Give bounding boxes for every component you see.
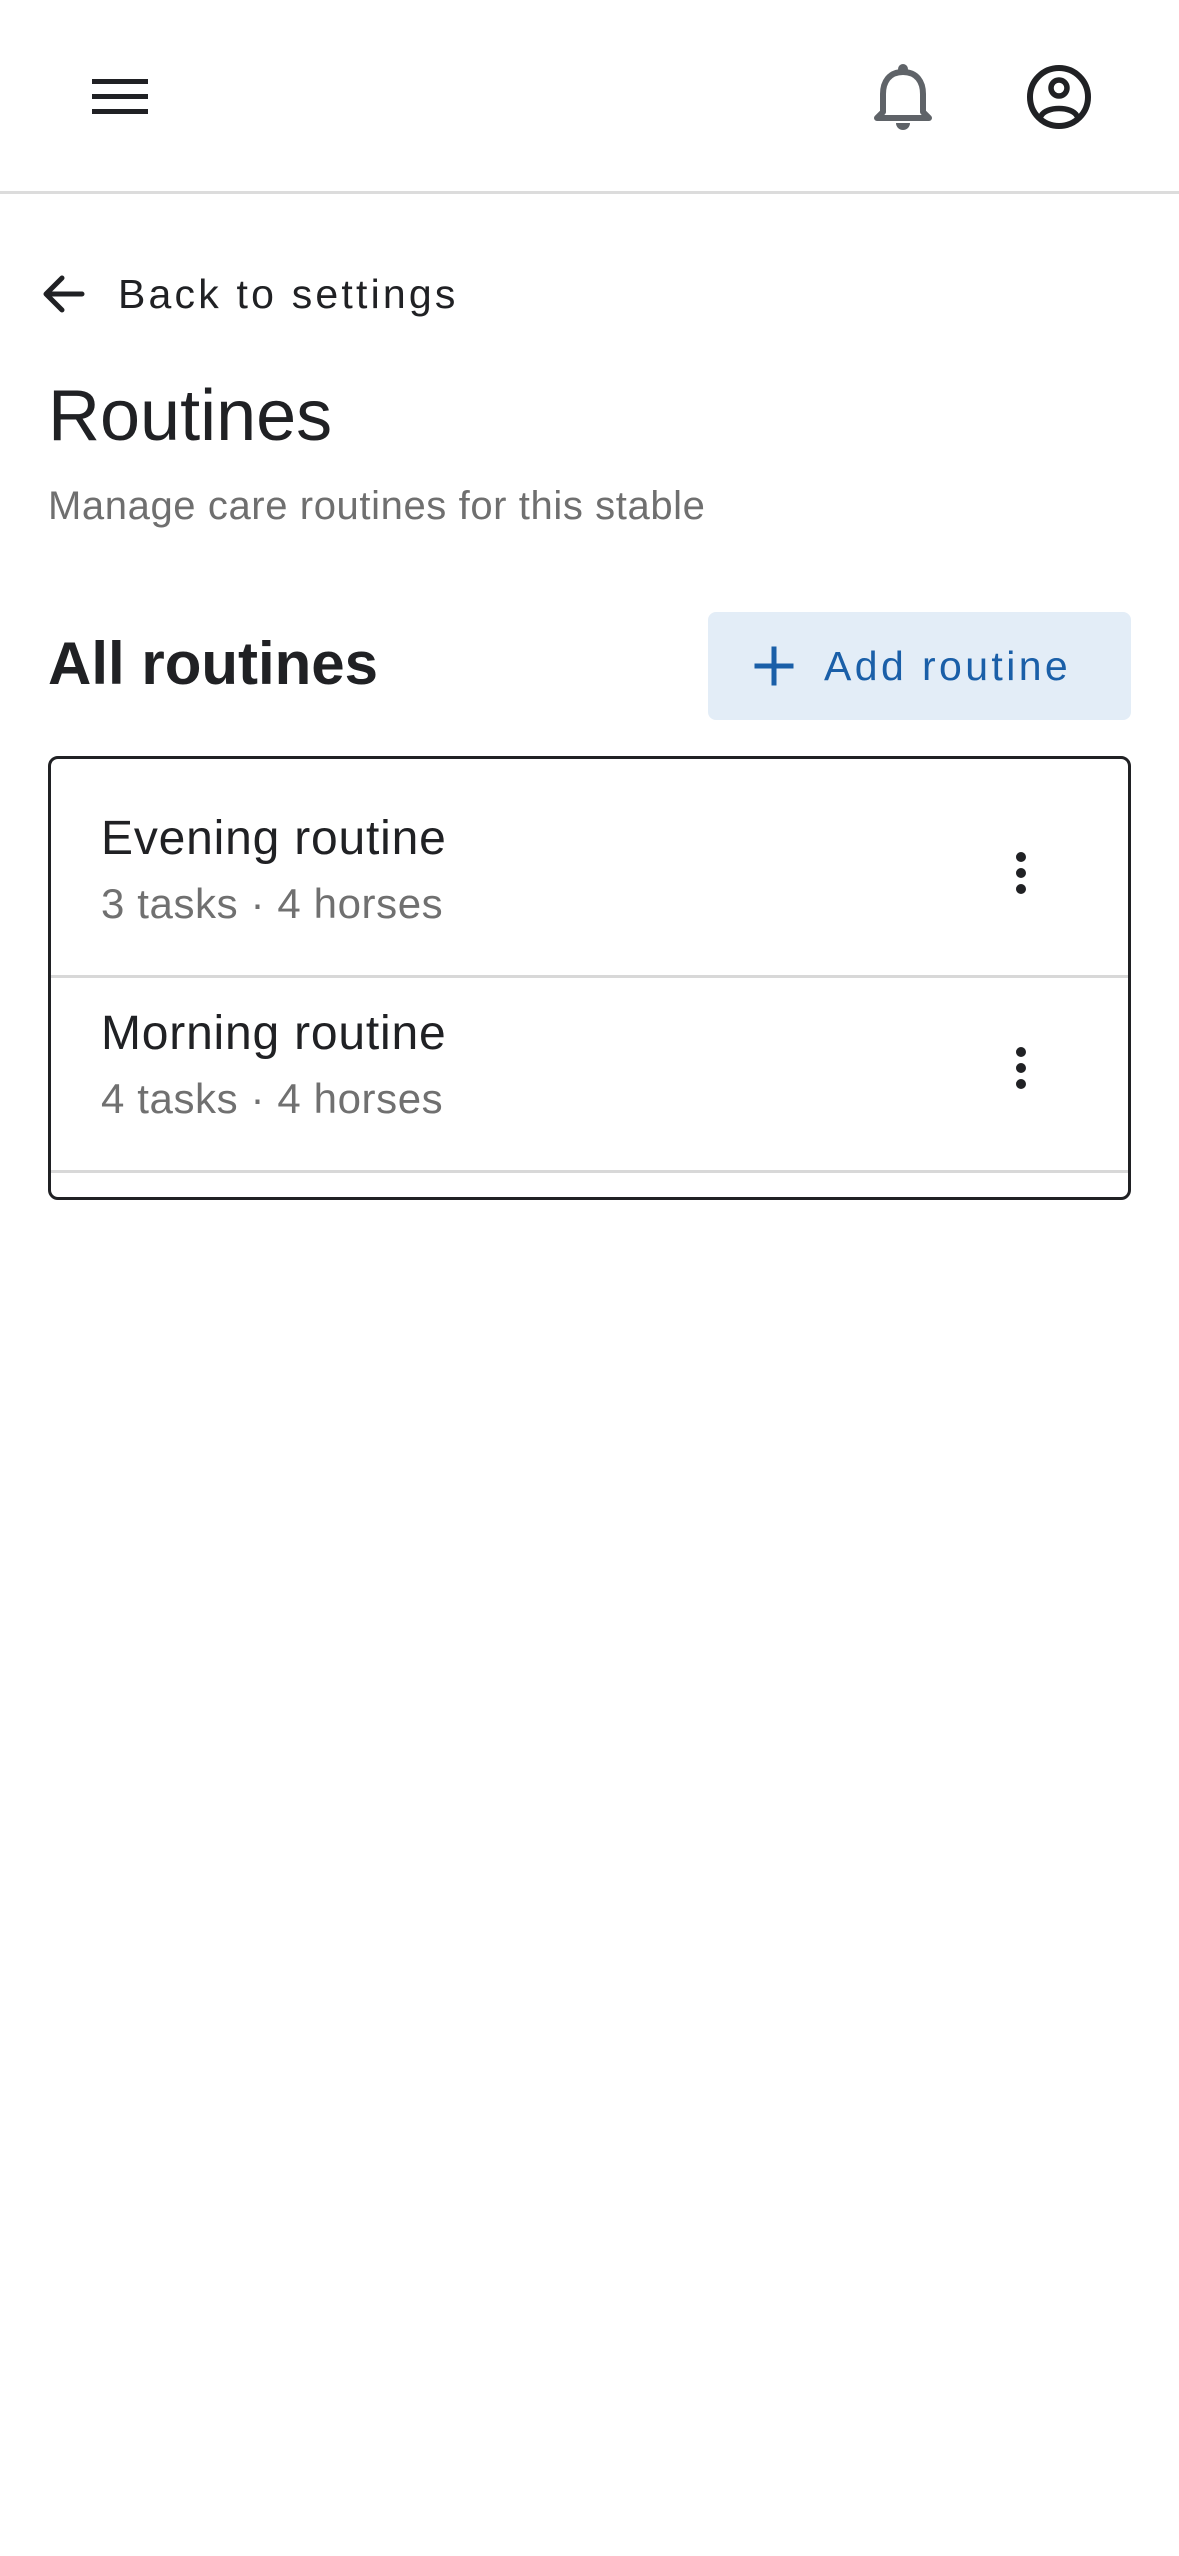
notifications-button[interactable]	[848, 42, 958, 152]
section-title: All routines	[48, 630, 379, 697]
account-button[interactable]	[1004, 42, 1114, 152]
list-item-routine[interactable]: Morning routine 4 tasks · 4 horses	[51, 978, 1128, 1173]
more-vertical-icon	[1016, 1047, 1026, 1089]
back-to-settings-link[interactable]: Back to settings	[36, 262, 459, 326]
routine-meta: 4 tasks · 4 horses	[101, 1075, 444, 1122]
plus-icon	[750, 642, 798, 690]
hamburger-menu-icon	[92, 79, 148, 114]
routine-meta: 3 tasks · 4 horses	[101, 880, 444, 927]
list-item-routine[interactable]: Evening routine 3 tasks · 4 horses	[51, 759, 1128, 978]
add-routine-button[interactable]: Add routine	[708, 612, 1131, 720]
more-vertical-icon	[1016, 852, 1026, 894]
add-routine-label: Add routine	[824, 642, 1072, 689]
menu-button[interactable]	[65, 42, 175, 152]
page-title: Routines	[48, 376, 333, 456]
app-bar	[0, 0, 1179, 194]
arrow-left-icon	[36, 266, 92, 322]
routine-name: Morning routine	[101, 1007, 447, 1060]
routine-more-button[interactable]	[981, 833, 1061, 913]
routines-list: Evening routine 3 tasks · 4 horses Morni…	[48, 756, 1131, 1200]
back-link-label: Back to settings	[118, 270, 459, 317]
account-circle-icon	[1027, 65, 1091, 129]
routine-name: Evening routine	[101, 812, 447, 865]
bell-icon	[874, 64, 932, 130]
routine-more-button[interactable]	[981, 1028, 1061, 1108]
page-subtitle: Manage care routines for this stable	[48, 484, 706, 528]
